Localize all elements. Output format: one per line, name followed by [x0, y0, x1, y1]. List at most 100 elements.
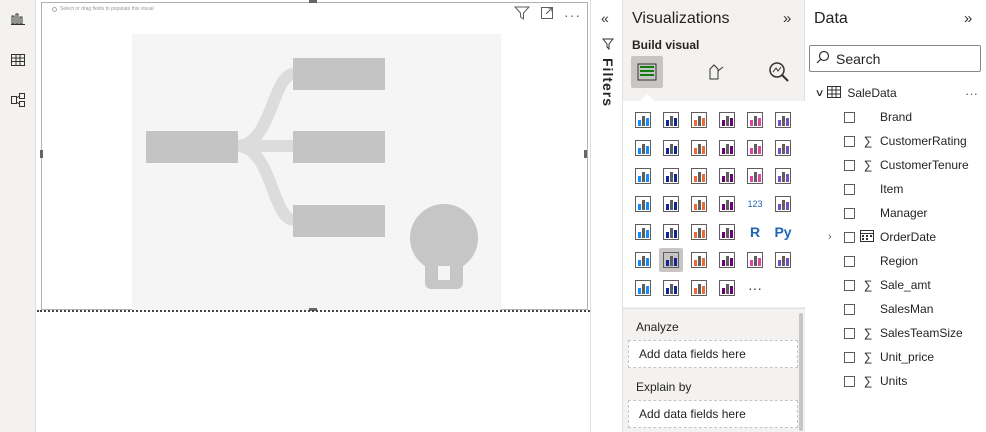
gauge-icon[interactable] — [715, 192, 739, 216]
table-icon — [827, 85, 842, 101]
more-options-icon[interactable]: ··· — [564, 7, 581, 23]
line-and-clustered-column-icon[interactable] — [743, 136, 767, 160]
expand-chevron-icon[interactable]: › — [828, 231, 832, 243]
analytics-tab[interactable] — [763, 56, 795, 88]
field-row[interactable]: › OrderDate — [806, 225, 986, 249]
field-wells: Analyze Add data fields here Explain by … — [623, 308, 805, 432]
paginated-report-icon[interactable] — [771, 248, 795, 272]
line-chart-icon[interactable] — [631, 136, 655, 160]
expand-chevron-icon[interactable]: » — [783, 10, 791, 27]
stacked-area-chart-icon[interactable] — [687, 136, 711, 160]
field-checkbox[interactable] — [844, 135, 855, 147]
slicer-icon[interactable] — [659, 220, 683, 244]
matrix-icon[interactable] — [715, 220, 739, 244]
python-visual-icon[interactable]: Py — [771, 220, 795, 244]
key-influencers-icon[interactable] — [631, 248, 655, 272]
analyze-well-dropzone[interactable]: Add data fields here — [628, 340, 798, 368]
field-checkbox[interactable] — [844, 327, 855, 339]
field-checkbox[interactable] — [844, 255, 855, 267]
field-checkbox[interactable] — [844, 159, 855, 171]
field-row[interactable]: SalesMan — [806, 297, 986, 321]
stacked-bar-chart-icon[interactable] — [631, 108, 655, 132]
decomposition-tree-icon[interactable] — [659, 248, 683, 272]
qa-icon[interactable] — [687, 248, 711, 272]
field-checkbox[interactable] — [844, 111, 855, 123]
field-checkbox[interactable] — [844, 231, 855, 243]
field-row[interactable]: ∑ Unit_price — [806, 345, 986, 369]
field-row[interactable]: ∑ Sale_amt — [806, 273, 986, 297]
field-checkbox[interactable] — [844, 351, 855, 363]
collapse-chevron-icon[interactable]: ∨ — [815, 88, 825, 99]
power-apps-icon[interactable] — [631, 276, 655, 300]
report-canvas[interactable]: Select or drag fields to populate this v… — [37, 0, 590, 432]
power-automate-icon[interactable] — [659, 276, 683, 300]
waterfall-chart-icon[interactable] — [631, 164, 655, 188]
scatter-chart-icon[interactable] — [687, 164, 711, 188]
area-chart-icon[interactable] — [659, 136, 683, 160]
filled-map-icon[interactable] — [659, 192, 683, 216]
build-visual-tab[interactable] — [631, 56, 663, 88]
info-icon — [52, 6, 57, 12]
line-and-stacked-column-icon[interactable] — [715, 136, 739, 160]
field-row[interactable]: ∑ Units — [806, 369, 986, 393]
ribbon-chart-icon[interactable] — [771, 136, 795, 160]
field-checkbox[interactable] — [844, 183, 855, 195]
resize-handle-right[interactable] — [584, 150, 587, 158]
metrics-icon[interactable] — [743, 248, 767, 272]
azure-map-icon[interactable] — [687, 192, 711, 216]
sum-icon: ∑ — [863, 374, 873, 388]
resize-handle-left[interactable] — [40, 150, 43, 158]
r-script-visual-icon[interactable]: R — [743, 220, 767, 244]
field-row[interactable]: ∑ SalesTeamSize — [806, 321, 986, 345]
field-checkbox[interactable] — [844, 375, 855, 387]
clustered-bar-chart-icon[interactable] — [687, 108, 711, 132]
filters-pane-collapsed[interactable]: « Filters — [590, 0, 623, 432]
multi-row-card-icon[interactable] — [771, 192, 795, 216]
power-automate-chevron-icon[interactable] — [715, 276, 739, 300]
map-icon[interactable] — [631, 192, 655, 216]
card-icon[interactable]: 123 — [743, 192, 767, 216]
table-icon[interactable] — [687, 220, 711, 244]
model-view-icon[interactable] — [8, 90, 28, 110]
field-checkbox[interactable] — [844, 303, 855, 315]
100-stacked-bar-chart-icon[interactable] — [743, 108, 767, 132]
table-saledata[interactable]: ∨ SaleData ··· — [806, 81, 986, 105]
filters-label[interactable]: Filters — [600, 58, 616, 107]
focus-mode-icon[interactable] — [540, 6, 554, 23]
field-checkbox[interactable] — [844, 207, 855, 219]
field-name: Brand — [880, 110, 913, 124]
table-view-icon[interactable] — [8, 50, 28, 70]
stacked-column-chart-icon[interactable] — [659, 108, 683, 132]
explain-by-well-dropzone[interactable]: Add data fields here — [628, 400, 798, 428]
field-row[interactable]: Region — [806, 249, 986, 273]
decomposition-tree-visual[interactable]: Select or drag fields to populate this v… — [41, 2, 588, 310]
funnel-chart-icon[interactable] — [659, 164, 683, 188]
donut-chart-icon[interactable] — [743, 164, 767, 188]
pie-chart-icon[interactable] — [715, 164, 739, 188]
field-checkbox[interactable] — [844, 279, 855, 291]
field-row[interactable]: ∑ CustomerRating — [806, 129, 986, 153]
100-stacked-column-chart-icon[interactable] — [771, 108, 795, 132]
collapse-chevron-icon[interactable]: « — [601, 10, 609, 26]
more-options-icon[interactable]: ··· — [965, 86, 978, 101]
field-row[interactable]: Item — [806, 177, 986, 201]
sum-icon: ∑ — [863, 134, 873, 148]
search-input[interactable]: Search — [809, 45, 981, 72]
resize-handle-top[interactable] — [309, 0, 317, 3]
scrollbar[interactable] — [799, 313, 803, 431]
more-visuals-icon[interactable]: ··· — [743, 276, 767, 300]
filter-icon[interactable] — [513, 6, 531, 23]
clustered-column-chart-icon[interactable] — [715, 108, 739, 132]
field-row[interactable]: ∑ CustomerTenure — [806, 153, 986, 177]
sum-icon: ∑ — [863, 278, 873, 292]
smart-narrative-icon[interactable] — [715, 248, 739, 272]
format-visual-tab[interactable] — [699, 56, 731, 88]
kpi-icon[interactable] — [631, 220, 655, 244]
placeholder-hint: Select or drag fields to populate this v… — [52, 6, 154, 12]
field-row[interactable]: Brand — [806, 105, 986, 129]
field-row[interactable]: Manager — [806, 201, 986, 225]
power-apps-diamond-icon[interactable] — [687, 276, 711, 300]
report-view-icon[interactable] — [8, 9, 28, 29]
treemap-icon[interactable] — [771, 164, 795, 188]
expand-chevron-icon[interactable]: » — [964, 10, 972, 27]
